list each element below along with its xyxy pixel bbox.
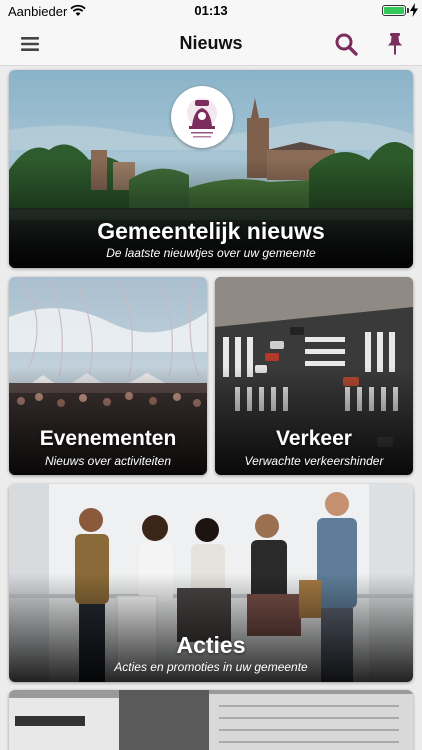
clock: 01:13 [194,3,228,18]
card-subtitle: De laatste nieuwtjes over uw gemeente [106,246,316,260]
card-newspapers-partial[interactable] [9,690,413,750]
pin-icon[interactable] [384,32,406,56]
status-bar: Aanbieder 01:13 [0,0,422,22]
card-title: Verkeer [276,427,352,450]
search-icon[interactable] [334,32,358,56]
card-acties[interactable]: Acties Acties en promoties in uw gemeent… [9,484,413,682]
charging-icon [410,3,418,17]
card-subtitle: Verwachte verkeershinder [244,454,384,468]
card-title: Acties [176,632,246,658]
card-verkeer[interactable]: Verkeer Verwachte verkeershinder [215,277,413,475]
page-title: Nieuws [179,33,243,53]
navigation-bar: Nieuws [0,22,422,66]
battery-icon [382,5,406,16]
card-evenementen[interactable]: Evenementen Nieuws over activiteiten [9,277,207,475]
card-title: Evenementen [39,427,177,450]
municipality-logo [171,86,233,148]
card-title: Gemeentelijk nieuws [97,218,325,244]
battery-tip [407,8,409,13]
card-subtitle: Nieuws over activiteiten [44,454,172,468]
municipality-emblem-icon [187,98,217,138]
card-subtitle: Acties en promoties in uw gemeente [114,660,308,674]
newspapers-image [9,690,413,750]
